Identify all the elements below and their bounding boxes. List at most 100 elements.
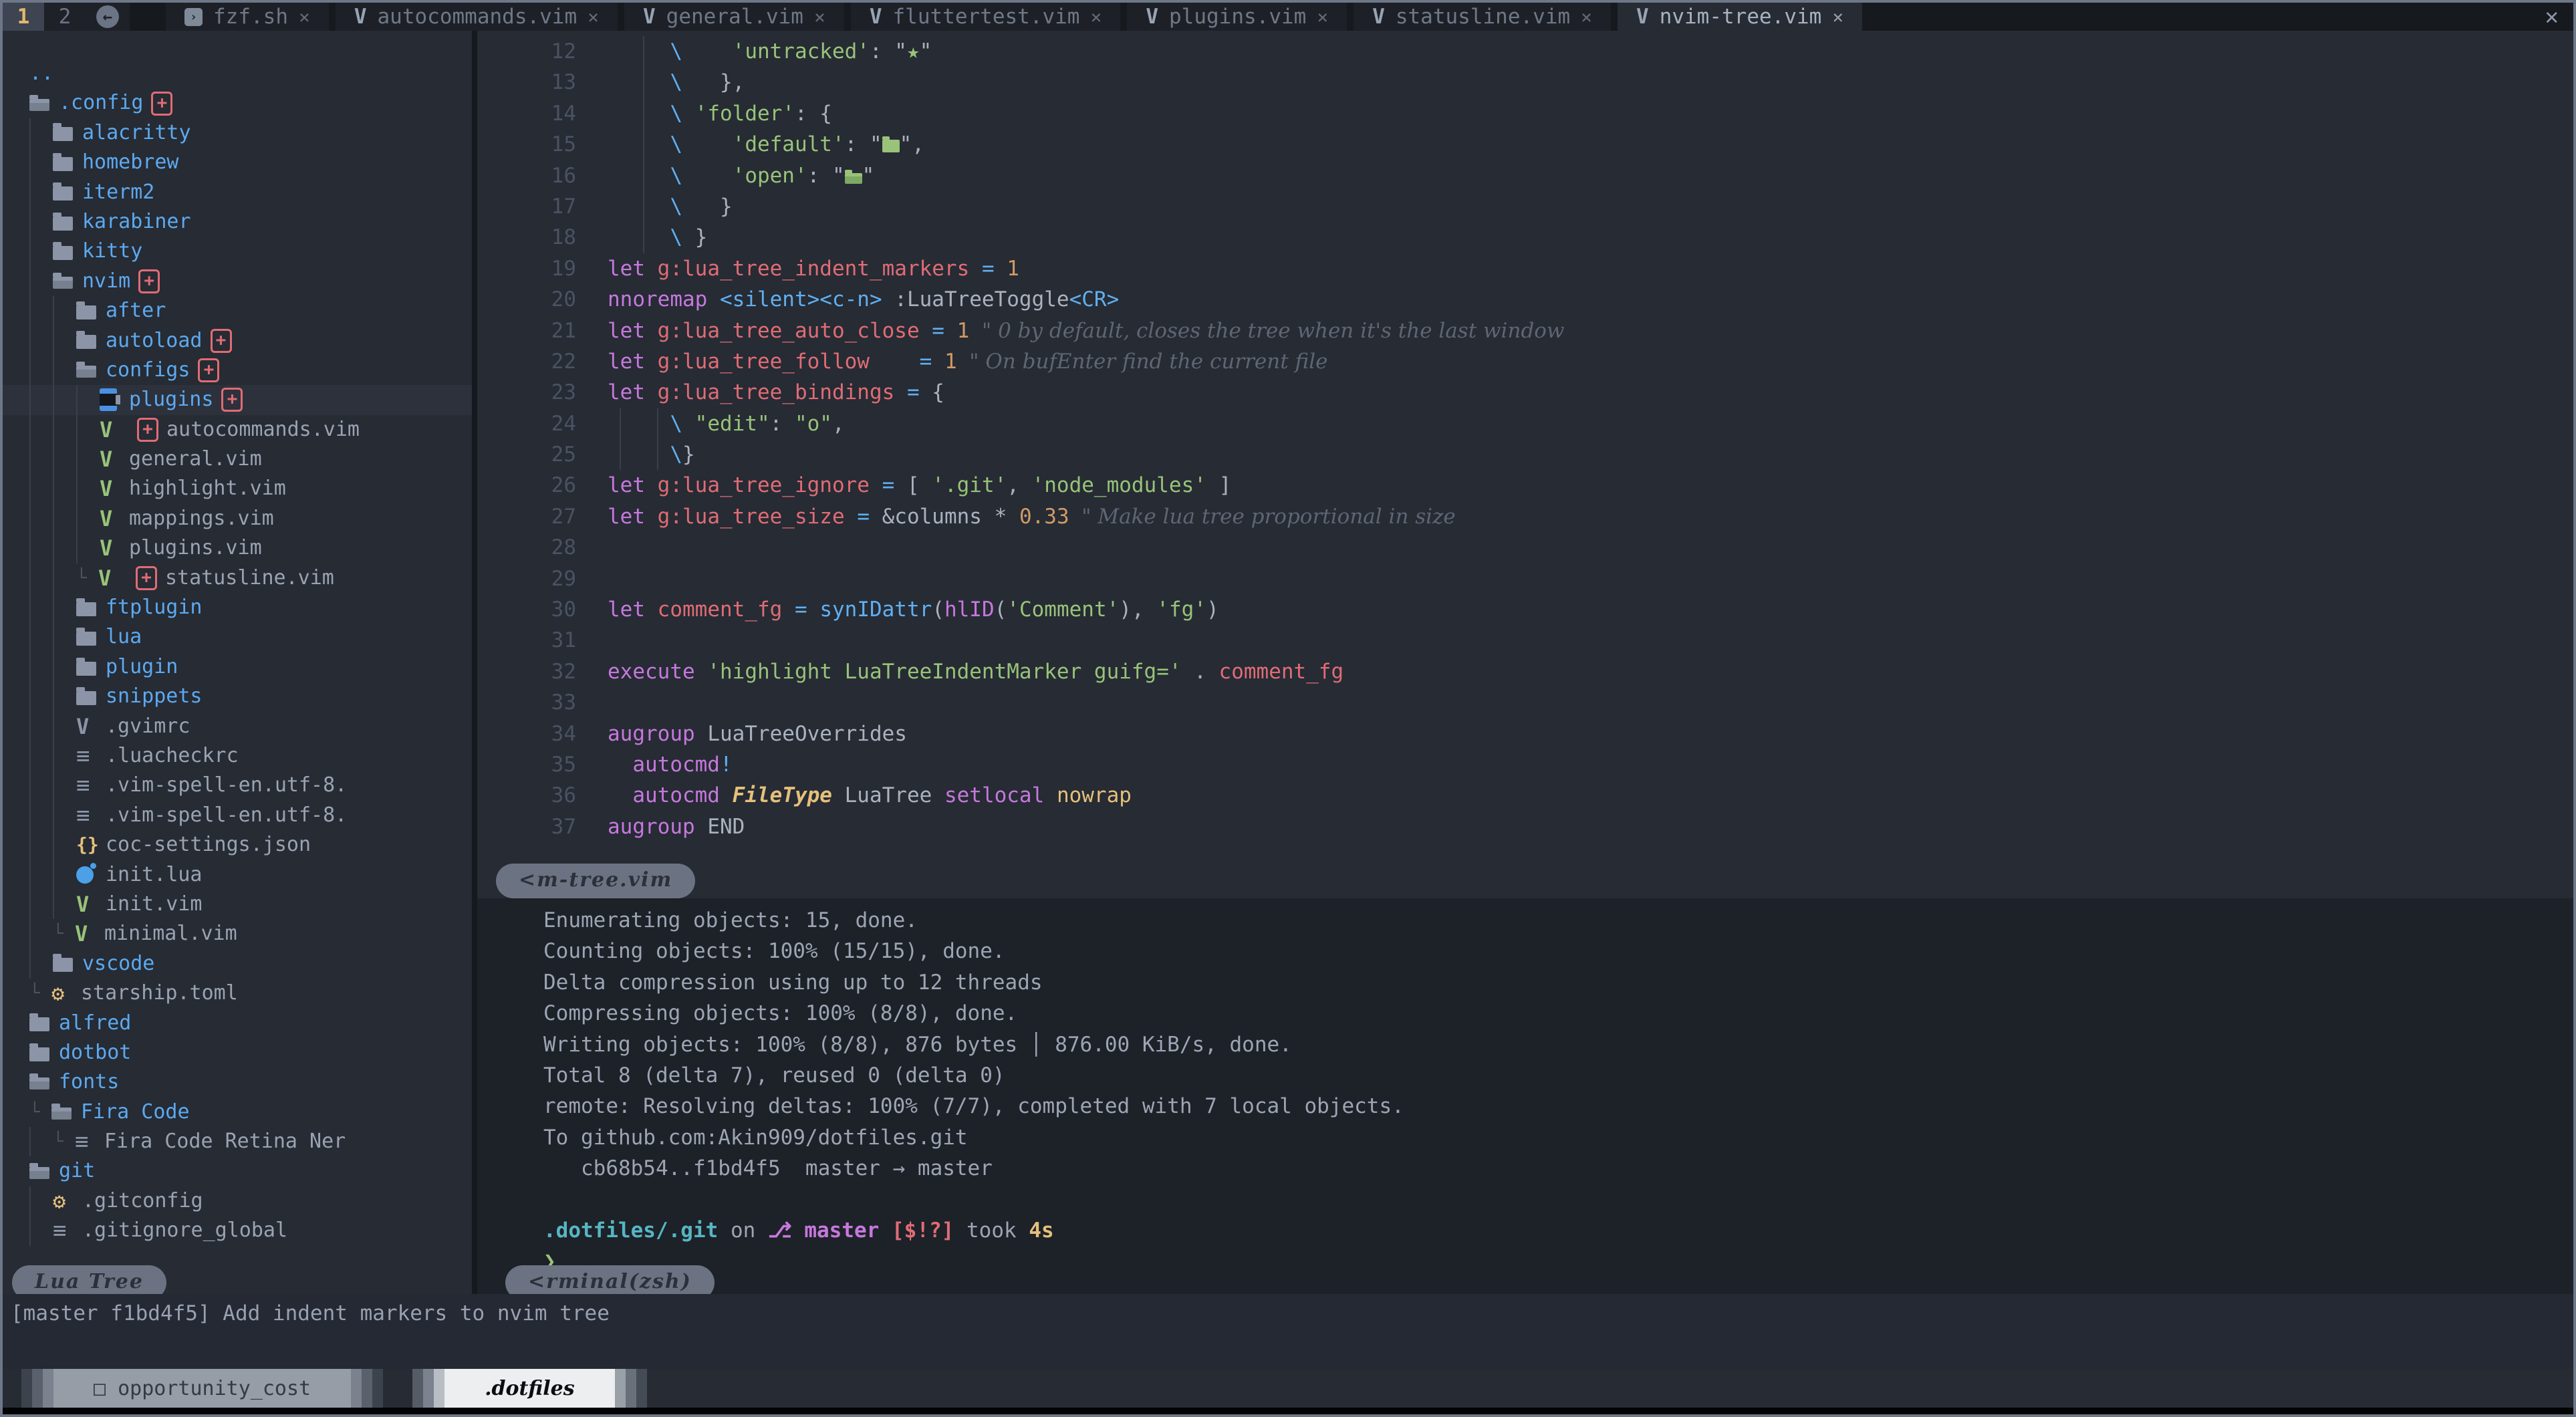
tree-item-iterm2[interactable]: iterm2 bbox=[3, 178, 472, 207]
tab-autocommands.vim[interactable]: Vautocommands.vim× bbox=[336, 3, 618, 31]
tree-item-mappings.vim[interactable]: Vmappings.vim bbox=[3, 504, 472, 533]
tree-item-highlight.vim[interactable]: Vhighlight.vim bbox=[3, 474, 472, 503]
tree-item-.luacheckrc[interactable]: ≡.luacheckrc bbox=[3, 741, 472, 771]
code-token: setlocal bbox=[944, 783, 1044, 807]
code-token: let bbox=[608, 505, 645, 529]
tree-item-plugin[interactable]: plugin bbox=[3, 652, 472, 682]
vim-icon: V bbox=[98, 563, 128, 593]
code-token bbox=[920, 319, 932, 343]
folder-icon bbox=[76, 662, 96, 676]
code-token: g:lua_tree_bindings bbox=[658, 380, 895, 404]
indent-guide bbox=[29, 385, 53, 414]
tree-item-ftplugin[interactable]: ftplugin bbox=[3, 593, 472, 622]
tab-close-icon[interactable]: × bbox=[1832, 6, 1843, 28]
vim-icon: V bbox=[75, 919, 104, 948]
tmux-window-dotfiles[interactable]: .dotfiles bbox=[412, 1369, 646, 1408]
history-back-button[interactable]: ← bbox=[86, 3, 130, 31]
tab-fzf.sh[interactable]: ›fzf.sh× bbox=[166, 3, 329, 31]
tree-item-after[interactable]: after bbox=[3, 296, 472, 326]
tree-item-plugins.vim[interactable]: Vplugins.vim bbox=[3, 533, 472, 563]
code-line: 17 \ } bbox=[477, 191, 2573, 222]
gradient-stripe bbox=[626, 1369, 636, 1408]
tree-item-fonts[interactable]: fonts bbox=[3, 1067, 472, 1097]
tab-close-icon[interactable]: × bbox=[1090, 6, 1102, 28]
tree-item-label: init.lua bbox=[106, 860, 203, 890]
tree-item-.vim-spell-en.utf-8.[interactable]: ≡.vim-spell-en.utf-8. bbox=[3, 771, 472, 800]
tree-item-minimal.vim[interactable]: └Vminimal.vim bbox=[3, 919, 472, 948]
line-number: 35 bbox=[477, 749, 592, 780]
code-token: = bbox=[857, 505, 870, 529]
terminal-pane[interactable]: Enumerating objects: 15, done.Counting o… bbox=[477, 898, 2573, 1294]
tree-item-.gitconfig[interactable]: ⚙.gitconfig bbox=[3, 1186, 472, 1216]
code-token: END bbox=[695, 815, 745, 839]
tmux-window-opportunity-cost[interactable]: □ opportunity_cost bbox=[21, 1369, 383, 1408]
indent-guide bbox=[620, 408, 621, 439]
code-token: \ bbox=[670, 70, 682, 94]
code-token: ! bbox=[720, 753, 733, 777]
close-all-icon[interactable]: ✕ bbox=[2545, 3, 2559, 31]
tab-fluttertest.vim[interactable]: Vfluttertest.vim× bbox=[851, 3, 1121, 31]
code-text: \ 'folder': { bbox=[592, 98, 832, 129]
file-tree-panel[interactable]: ...config+alacrittyhomebrewiterm2karabin… bbox=[3, 31, 472, 1294]
vim-icon: V bbox=[76, 890, 89, 919]
tree-item-git[interactable]: git bbox=[3, 1156, 472, 1186]
tab-close-icon[interactable]: × bbox=[1317, 6, 1328, 28]
tab-close-icon[interactable]: × bbox=[588, 6, 599, 28]
tree-item-vscode[interactable]: vscode bbox=[3, 949, 472, 979]
tree-item-autoload[interactable]: autoload+ bbox=[3, 326, 472, 356]
tab-statusline.vim[interactable]: Vstatusline.vim× bbox=[1354, 3, 1611, 31]
tree-item-plugins[interactable]: plugins+ bbox=[3, 385, 472, 414]
tab-general.vim[interactable]: Vgeneral.vim× bbox=[624, 3, 844, 31]
tree-item-snippets[interactable]: snippets bbox=[3, 682, 472, 711]
code-text: let g:lua_tree_auto_close = 1 " 0 by def… bbox=[592, 315, 1564, 346]
terminal-window: 1 2 ← ›fzf.sh×Vautocommands.vim×Vgeneral… bbox=[0, 0, 2576, 1417]
code-token: 'untracked' bbox=[733, 39, 870, 63]
vim-icon: V bbox=[100, 533, 129, 563]
tree-item-statusline.vim[interactable]: └V+statusline.vim bbox=[3, 563, 472, 593]
tree-item-nvim[interactable]: nvim+ bbox=[3, 267, 472, 296]
code-token: }, bbox=[682, 70, 745, 94]
tree-item-general.vim[interactable]: Vgeneral.vim bbox=[3, 444, 472, 474]
tree-item-alfred[interactable]: alfred bbox=[3, 1009, 472, 1038]
code-token: ( bbox=[995, 598, 1007, 622]
tab-close-icon[interactable]: × bbox=[299, 6, 310, 28]
new-file-badge: + bbox=[221, 388, 243, 412]
tab-number-1[interactable]: 1 bbox=[3, 3, 44, 31]
line-number: 13 bbox=[477, 67, 592, 98]
tree-item-init.lua[interactable]: init.lua bbox=[3, 860, 472, 890]
code-text bbox=[592, 625, 608, 656]
tree-item-Fira Code Retina Ner[interactable]: └≡Fira Code Retina Ner bbox=[3, 1127, 472, 1156]
tree-item-karabiner[interactable]: karabiner bbox=[3, 207, 472, 237]
tree-item-label: configs bbox=[106, 356, 190, 385]
indent-guide bbox=[53, 682, 76, 711]
tree-item-dotbot[interactable]: dotbot bbox=[3, 1038, 472, 1067]
tree-item-kitty[interactable]: kitty bbox=[3, 237, 472, 266]
tree-item-.config[interactable]: .config+ bbox=[3, 88, 472, 118]
special-icon bbox=[100, 388, 129, 411]
tree-item-coc-settings.json[interactable]: {}coc-settings.json bbox=[3, 830, 472, 860]
tree-item-.vim-spell-en.utf-8.[interactable]: ≡.vim-spell-en.utf-8. bbox=[3, 801, 472, 830]
tab-number-2[interactable]: 2 bbox=[44, 3, 86, 31]
code-token: { bbox=[920, 380, 944, 404]
tree-item-homebrew[interactable]: homebrew bbox=[3, 148, 472, 177]
tabline: 1 2 ← ›fzf.sh×Vautocommands.vim×Vgeneral… bbox=[3, 3, 2573, 31]
tree-item-starship.toml[interactable]: └⚙starship.toml bbox=[3, 979, 472, 1008]
tree-item-.gvimrc[interactable]: V.gvimrc bbox=[3, 712, 472, 741]
tree-item-..[interactable]: .. bbox=[3, 59, 472, 88]
tree-item-configs[interactable]: configs+ bbox=[3, 356, 472, 385]
pane-separator[interactable] bbox=[472, 31, 477, 1294]
tree-item-init.vim[interactable]: Vinit.vim bbox=[3, 890, 472, 919]
tree-item-alacritty[interactable]: alacritty bbox=[3, 118, 472, 148]
tab-close-icon[interactable]: × bbox=[1581, 6, 1592, 28]
indent-guide bbox=[53, 593, 76, 622]
tab-plugins.vim[interactable]: Vplugins.vim× bbox=[1127, 3, 1347, 31]
editor-pane[interactable]: 12 \ 'untracked': "★"13 \ },14 \ 'folder… bbox=[477, 31, 2573, 898]
tree-item-lua[interactable]: lua bbox=[3, 622, 472, 652]
tree-item-.gitignore_global[interactable]: ≡.gitignore_global bbox=[3, 1216, 472, 1245]
tree-item-Fira Code[interactable]: └Fira Code bbox=[3, 1098, 472, 1127]
code-text: let comment_fg = synIDattr(hlID('Comment… bbox=[592, 594, 1219, 625]
lines-icon: ≡ bbox=[75, 1127, 104, 1156]
tree-item-autocommands.vim[interactable]: V+autocommands.vim bbox=[3, 415, 472, 444]
tab-close-icon[interactable]: × bbox=[814, 6, 825, 28]
tab-nvim-tree.vim[interactable]: Vnvim-tree.vim× bbox=[1618, 3, 1862, 31]
